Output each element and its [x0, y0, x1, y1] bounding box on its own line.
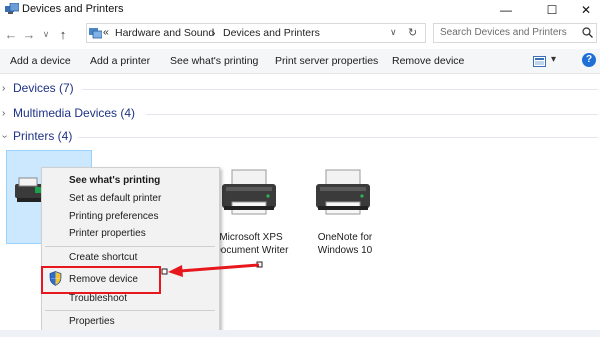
- menu-separator: [45, 246, 215, 247]
- menu-item-set-default-printer[interactable]: Set as default printer: [69, 193, 161, 204]
- menu-item-printing-preferences[interactable]: Printing preferences: [69, 211, 159, 222]
- group-divider: [146, 114, 598, 115]
- window-title: Devices and Printers: [22, 3, 124, 15]
- breadcrumb-hardware-and-sound[interactable]: Hardware and Sound: [115, 27, 214, 39]
- menu-item-properties[interactable]: Properties: [69, 316, 115, 327]
- view-options-icon[interactable]: [533, 56, 546, 67]
- remove-device-highlight: [41, 266, 161, 294]
- status-bar: [0, 330, 600, 337]
- menu-item-printer-properties[interactable]: Printer properties: [69, 228, 146, 239]
- address-dropdown-icon[interactable]: ∨: [390, 27, 397, 38]
- menu-item-see-whats-printing[interactable]: See what's printing: [69, 175, 160, 186]
- recent-locations-button[interactable]: ∨: [37, 24, 55, 44]
- onenote-label-line2: Windows 10: [317, 245, 373, 256]
- group-divider: [78, 137, 598, 138]
- control-panel-icon: [89, 28, 102, 39]
- up-button[interactable]: ↑: [54, 24, 72, 44]
- search-placeholder: Search Devices and Printers: [440, 27, 567, 38]
- forward-button[interactable]: →: [20, 24, 38, 44]
- add-device-button[interactable]: Add a device: [10, 55, 71, 67]
- chevron-right-icon: ›: [2, 83, 6, 94]
- back-button[interactable]: ←: [2, 24, 20, 44]
- group-multimedia-label: Multimedia Devices (4): [13, 106, 136, 120]
- view-dropdown-icon[interactable]: ▾: [551, 54, 556, 65]
- printer-icon[interactable]: [218, 168, 280, 218]
- print-server-properties-button[interactable]: Print server properties: [275, 55, 378, 67]
- group-printers[interactable]: › Printers (4): [0, 128, 600, 146]
- search-icon[interactable]: [582, 27, 593, 38]
- group-multimedia[interactable]: › Multimedia Devices (4): [0, 105, 600, 123]
- minimize-button[interactable]: —: [486, 0, 526, 20]
- breadcrumb-separator: ›: [212, 27, 216, 39]
- group-divider: [82, 89, 598, 90]
- xps-writer-label[interactable]: Microsoft XPS Document Writer: [213, 231, 289, 257]
- devices-printers-icon: [5, 3, 19, 14]
- onenote-printer-label[interactable]: OneNote for Windows 10: [310, 231, 380, 257]
- annotation-arrow-icon: [161, 261, 263, 277]
- help-button[interactable]: ?: [582, 53, 596, 67]
- see-whats-printing-button[interactable]: See what's printing: [170, 55, 258, 67]
- close-button[interactable]: ✕: [566, 0, 600, 20]
- group-printers-label: Printers (4): [13, 129, 73, 143]
- remove-device-button[interactable]: Remove device: [392, 55, 464, 67]
- add-printer-button[interactable]: Add a printer: [90, 55, 150, 67]
- menu-item-troubleshoot[interactable]: Troubleshoot: [69, 293, 127, 304]
- breadcrumb-overflow[interactable]: «: [103, 26, 109, 38]
- menu-item-create-shortcut[interactable]: Create shortcut: [69, 252, 137, 263]
- chevron-down-icon: ›: [0, 134, 11, 139]
- onenote-label-line1: OneNote for: [317, 232, 373, 243]
- group-devices[interactable]: › Devices (7): [0, 80, 600, 98]
- refresh-icon[interactable]: ↻: [408, 26, 417, 39]
- group-devices-label: Devices (7): [13, 81, 74, 95]
- printer-icon[interactable]: [312, 168, 374, 218]
- chevron-right-icon: ›: [2, 108, 6, 119]
- xps-writer-label-line2: Document Writer: [213, 245, 289, 256]
- xps-writer-label-line1: Microsoft XPS: [219, 232, 283, 243]
- menu-separator: [45, 310, 215, 311]
- breadcrumb-devices-and-printers[interactable]: Devices and Printers: [223, 27, 320, 39]
